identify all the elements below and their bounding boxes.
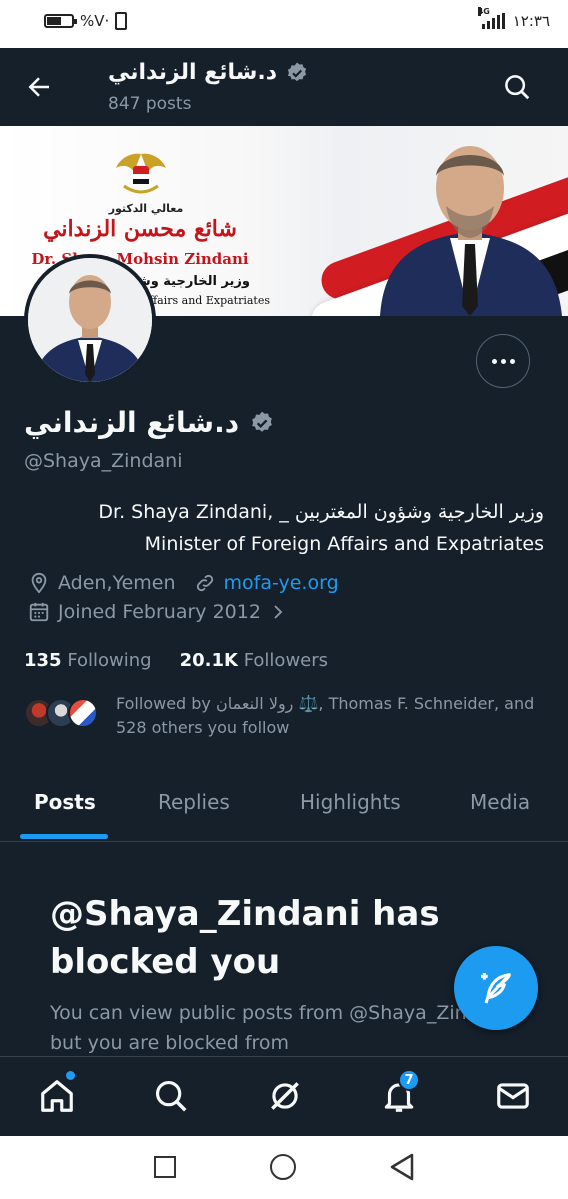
followers-label: Followers — [243, 650, 329, 671]
clock: ١٢:٣٦ — [512, 12, 550, 30]
compose-button[interactable] — [454, 946, 538, 1030]
profile-meta-row: Aden,Yemen mofa-ye.org — [28, 572, 339, 594]
home-button[interactable] — [270, 1154, 296, 1180]
follower-avatar — [68, 698, 98, 728]
bottom-navigation: 7 — [0, 1056, 568, 1136]
grok-icon[interactable] — [266, 1077, 304, 1115]
following-count: 135 — [24, 650, 62, 671]
chevron-right-icon — [274, 605, 283, 619]
emblem-icon — [116, 153, 166, 194]
status-left: %V· — [44, 12, 128, 30]
profile-name: د.شائع الزنداني — [24, 406, 240, 439]
followed-by[interactable]: Followed by رولا النعمان ⚖️, Thomas F. S… — [24, 692, 544, 744]
profile-handle: @Shaya_Zindani — [24, 450, 183, 472]
signal-icon: 4G — [477, 7, 505, 29]
compose-icon — [481, 973, 511, 1004]
tab-replies[interactable]: Replies — [158, 790, 230, 814]
banner-portrait — [380, 146, 562, 316]
recents-button[interactable] — [154, 1156, 176, 1178]
header-title: د.شائع الزنداني — [108, 60, 278, 85]
joined-text: Joined February 2012 — [58, 601, 261, 623]
following-link[interactable]: 135 Following — [24, 650, 152, 671]
header-title-row: د.شائع الزنداني — [108, 60, 309, 85]
banner-minister-ar: وزير الخارجية وشـ — [133, 274, 250, 289]
avatar-portrait — [28, 258, 152, 382]
location-text: Aden,Yemen — [58, 572, 176, 594]
verified-badge-icon[interactable] — [249, 410, 275, 436]
bio-line-1: Dr. Shaya Zindani, _ وزير الخارجية وشؤون… — [98, 501, 544, 523]
post-count: 847 posts — [108, 94, 192, 114]
followers-count: 20.1K — [179, 650, 238, 671]
tab-media[interactable]: Media — [470, 790, 530, 814]
banner-title-small: معالي الدكتور — [108, 202, 184, 215]
followers-link[interactable]: 20.1K Followers — [180, 650, 328, 671]
avatar[interactable] — [24, 254, 156, 386]
link-icon — [196, 574, 213, 592]
followed-by-text: Followed by رولا النعمان ⚖️, Thomas F. S… — [116, 694, 535, 737]
verified-badge-icon — [287, 62, 307, 81]
bio-line-2: Minister of Foreign Affairs and Expatria… — [144, 533, 544, 555]
battery-icon — [44, 14, 77, 28]
tab-posts[interactable]: Posts — [34, 790, 96, 814]
profile-name-row: د.شائع الزنداني — [24, 406, 275, 439]
search-icon[interactable] — [152, 1077, 190, 1115]
status-bar: %V· 4G ١٢:٣٦ — [0, 0, 568, 48]
profile-tabs: Posts Replies Highlights Media — [0, 776, 568, 842]
profile-bio: Dr. Shaya Zindani, _ وزير الخارجية وشؤون… — [24, 496, 544, 560]
joined-row[interactable]: Joined February 2012 — [28, 601, 287, 623]
back-arrow-icon[interactable] — [24, 72, 54, 102]
blocked-title: @Shaya_Zindani has blocked you — [50, 894, 440, 982]
battery-level: %V· — [80, 12, 110, 30]
profile-header: د.شائع الزنداني 847 posts — [0, 48, 568, 126]
system-navigation-bar — [0, 1136, 568, 1199]
home-icon[interactable] — [38, 1077, 76, 1115]
location-icon — [31, 572, 47, 594]
active-tab-indicator — [20, 834, 108, 839]
follow-stats: 135 Following 20.1K Followers — [24, 650, 328, 671]
mail-icon[interactable] — [494, 1077, 532, 1115]
blocked-body: You can view public posts from @Shaya_Zi… — [50, 1002, 514, 1054]
home-unread-dot — [66, 1071, 75, 1080]
back-button[interactable] — [388, 1152, 416, 1182]
website-link[interactable]: mofa-ye.org — [224, 572, 339, 594]
status-right: 4G ١٢:٣٦ — [477, 7, 550, 30]
banner-name-ar: شائع محسن الزنداني — [43, 216, 237, 242]
tab-highlights[interactable]: Highlights — [300, 790, 401, 814]
following-label: Following — [67, 650, 152, 671]
notifications-badge: 7 — [398, 1069, 420, 1091]
calendar-icon — [29, 602, 49, 622]
more-icon — [491, 358, 497, 364]
vibrate-icon — [115, 12, 128, 30]
network-type: 4G — [477, 7, 490, 16]
search-icon[interactable] — [502, 72, 532, 102]
more-options-button[interactable] — [476, 334, 530, 388]
